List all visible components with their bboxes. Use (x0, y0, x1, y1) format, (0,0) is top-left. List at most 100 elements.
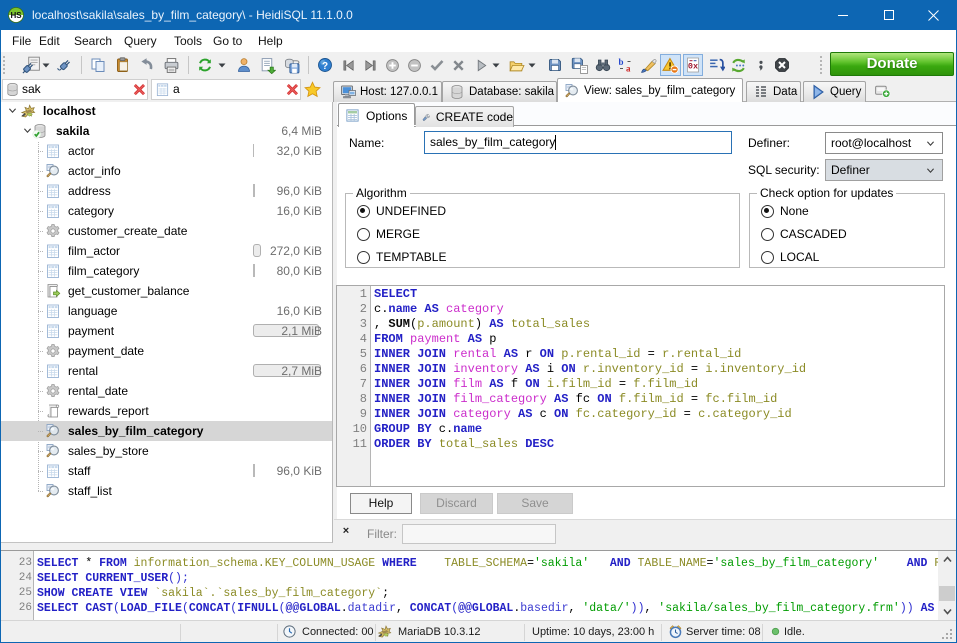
view-select-code-editor[interactable]: 1SELECT2c.name AS category3, SUM(p.amoun… (336, 285, 945, 487)
tree-item-sales_by_film_category[interactable]: sales_by_film_category (0, 421, 333, 441)
tree-item-category[interactable]: category16,0 KiB (0, 201, 333, 221)
binary-as-hex-toggle-button[interactable] (683, 54, 703, 76)
print-button[interactable] (161, 53, 182, 77)
save-sql-button[interactable] (545, 53, 565, 77)
main-tab-query[interactable]: Query (803, 81, 866, 102)
main-tab-view[interactable]: View: sales_by_film_category (557, 78, 743, 102)
scroll-up-icon[interactable] (938, 551, 956, 568)
user-manager-button[interactable] (234, 53, 254, 77)
radio-check-option-cascaded[interactable]: CASCADED (761, 226, 847, 242)
replace-text-button[interactable] (615, 53, 635, 77)
row-delete-button[interactable] (405, 53, 424, 77)
reformat-sql-button[interactable] (706, 53, 727, 77)
tree-item-film_actor[interactable]: film_actor272,0 KiB (0, 241, 333, 261)
menu-query[interactable]: Query (122, 30, 159, 52)
resize-grip[interactable] (941, 628, 953, 640)
main-tab-host[interactable]: Host: 127.0.0.1 (333, 81, 442, 102)
menu-edit[interactable]: Edit (37, 30, 62, 52)
clear-table-filter-icon[interactable] (285, 82, 300, 97)
copy-button[interactable] (88, 53, 108, 77)
tree-item-payment[interactable]: payment2,1 MiB (0, 321, 333, 341)
favorites-star-icon[interactable] (304, 81, 321, 98)
discard-edits-button[interactable] (449, 53, 468, 77)
maximize-button[interactable] (866, 0, 911, 30)
definer-combobox[interactable]: root@localhost (825, 132, 943, 154)
delimiter-button[interactable] (752, 53, 770, 77)
database-tree[interactable]: localhostsakila6,4 MiBactor32,0 KiBactor… (0, 102, 333, 543)
table-filter-box[interactable]: a (151, 79, 301, 100)
tree-item-payment_date[interactable]: payment_date (0, 341, 333, 361)
database-filter-input[interactable]: sak (22, 80, 41, 99)
help-button[interactable]: Help (350, 493, 412, 514)
bind-params-button[interactable] (728, 53, 749, 77)
session-manager-button[interactable] (19, 53, 42, 77)
tree-item-actor[interactable]: actor32,0 KiB (0, 141, 333, 161)
log-scrollbar[interactable] (938, 551, 956, 620)
close-filter-icon[interactable]: × (339, 524, 353, 538)
tab-options[interactable]: Options (338, 103, 415, 127)
help-button[interactable] (315, 53, 335, 77)
dropdown-caret-icon[interactable] (218, 53, 226, 77)
expand-chevron-icon[interactable] (7, 105, 18, 116)
highlight-syntax-button[interactable] (638, 53, 659, 77)
warn-unsafe-toggle-button[interactable] (660, 54, 681, 76)
save-button[interactable]: Save (497, 493, 573, 514)
close-button[interactable] (911, 0, 956, 30)
save-sql-as-button[interactable] (569, 53, 590, 77)
clear-database-filter-icon[interactable] (132, 82, 147, 97)
load-sql-file-button[interactable] (506, 53, 527, 77)
preferences-button[interactable] (281, 53, 302, 77)
menu-search[interactable]: Search (72, 30, 114, 52)
tab-create-code[interactable]: CREATE code (415, 106, 514, 127)
stop-process-button[interactable] (772, 53, 792, 77)
dropdown-caret-icon[interactable] (492, 53, 500, 77)
menu-file[interactable]: File (10, 30, 33, 52)
tree-item-rental[interactable]: rental2,7 MiB (0, 361, 333, 381)
row-insert-button[interactable] (383, 53, 402, 77)
dropdown-caret-icon[interactable] (528, 53, 536, 77)
name-input[interactable]: sales_by_film_category (424, 131, 732, 154)
tree-item-address[interactable]: address96,0 KiB (0, 181, 333, 201)
tree-item-get_customer_balance[interactable]: get_customer_balance (0, 281, 333, 301)
toolbar-grip[interactable] (3, 56, 8, 74)
tree-item-staff_list[interactable]: staff_list (0, 481, 333, 501)
scrollbar-thumb[interactable] (939, 586, 955, 601)
sql-log-panel[interactable]: 23SELECT * FROM information_schema.KEY_C… (0, 550, 957, 620)
menu-tools[interactable]: Tools (172, 30, 204, 52)
tree-item-sakila[interactable]: sakila6,4 MiB (0, 121, 333, 141)
disconnect-button[interactable] (54, 53, 76, 77)
menu-go-to[interactable]: Go to (211, 30, 244, 52)
radio-algorithm-temptable[interactable]: TEMPTABLE (357, 249, 446, 265)
paste-button[interactable] (113, 53, 133, 77)
tree-item-staff[interactable]: staff96,0 KiB (0, 461, 333, 481)
undo-button[interactable] (136, 53, 156, 77)
tree-item-localhost[interactable]: localhost (0, 102, 333, 121)
tree-item-sales_by_store[interactable]: sales_by_store (0, 441, 333, 461)
filter-input[interactable] (402, 524, 556, 544)
scroll-down-icon[interactable] (938, 603, 956, 620)
execute-sql-button[interactable] (472, 53, 491, 77)
tree-item-actor_info[interactable]: actor_info (0, 161, 333, 181)
dropdown-caret-icon[interactable] (42, 53, 50, 77)
radio-check-option-none[interactable]: None (761, 203, 809, 219)
sql-security-combobox[interactable]: Definer (825, 159, 943, 181)
tree-item-language[interactable]: language16,0 KiB (0, 301, 333, 321)
export-database-button[interactable] (257, 53, 278, 77)
menu-help[interactable]: Help (256, 30, 285, 52)
nav-first-button[interactable] (339, 53, 358, 77)
database-filter-box[interactable]: sak (2, 79, 148, 100)
new-query-tab-icon[interactable] (874, 82, 891, 99)
tree-item-rental_date[interactable]: rental_date (0, 381, 333, 401)
radio-check-option-local[interactable]: LOCAL (761, 249, 819, 265)
tree-item-film_category[interactable]: film_category80,0 KiB (0, 261, 333, 281)
tree-item-rewards_report[interactable]: rewards_report (0, 401, 333, 421)
refresh-button[interactable] (195, 53, 215, 77)
discard-button[interactable]: Discard (420, 493, 493, 514)
find-text-button[interactable] (593, 53, 613, 77)
main-tab-database[interactable]: Database: sakila (442, 81, 557, 102)
tree-item-customer_create_date[interactable]: customer_create_date (0, 221, 333, 241)
main-tab-data[interactable]: Data (746, 81, 801, 102)
apply-edits-button[interactable] (427, 53, 447, 77)
table-filter-input[interactable]: a (173, 80, 180, 99)
radio-algorithm-undefined[interactable]: UNDEFINED (357, 203, 446, 219)
